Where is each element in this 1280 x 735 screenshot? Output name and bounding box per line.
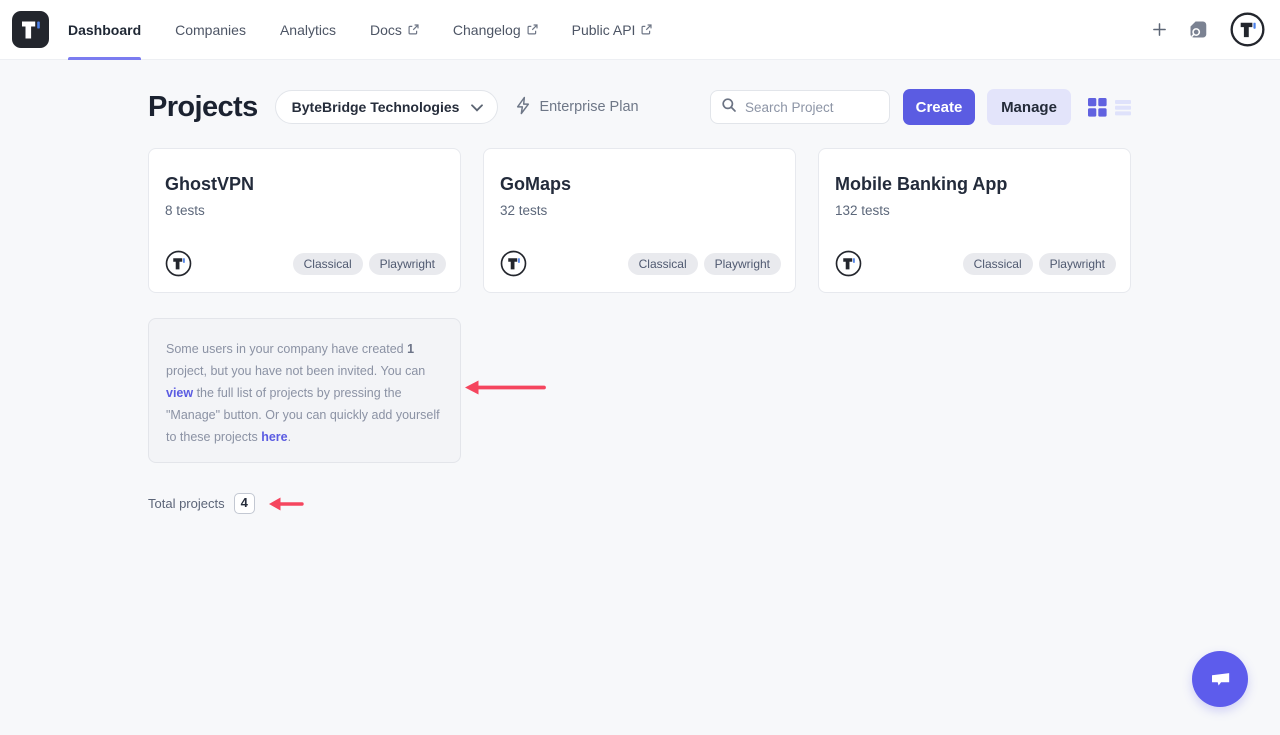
global-search-icon[interactable] xyxy=(1188,19,1209,40)
project-card-ghostvpn[interactable]: GhostVPN 8 tests Classical Playwright xyxy=(148,148,461,293)
project-name: Mobile Banking App xyxy=(835,174,1114,195)
project-framework-logo-icon xyxy=(500,250,527,277)
page-header: Projects ByteBridge Technologies Enterpr… xyxy=(148,89,1131,125)
bolt-icon xyxy=(515,96,531,119)
notice-text: . xyxy=(288,430,291,444)
project-card-mobile-banking-app[interactable]: Mobile Banking App 132 tests Classical P… xyxy=(818,148,1131,293)
nav-link-changelog[interactable]: Changelog xyxy=(453,0,538,60)
nav-tab-label: Analytics xyxy=(280,22,336,38)
notice-text: project, but you have not been invited. … xyxy=(166,364,425,378)
badge-playwright: Playwright xyxy=(369,253,446,275)
external-link-icon xyxy=(641,24,652,35)
project-name: GoMaps xyxy=(500,174,779,195)
main-content: Projects ByteBridge Technologies Enterpr… xyxy=(0,89,1280,514)
external-link-icon xyxy=(408,24,419,35)
project-tests-count: 32 tests xyxy=(500,203,779,218)
project-badges: Classical Playwright xyxy=(628,253,781,275)
project-card-footer: Classical Playwright xyxy=(835,250,1116,277)
badge-playwright: Playwright xyxy=(1039,253,1116,275)
project-name: GhostVPN xyxy=(165,174,444,195)
chevron-down-icon xyxy=(471,99,483,115)
nav-link-docs[interactable]: Docs xyxy=(370,0,419,60)
red-arrow-left-icon xyxy=(267,496,304,512)
create-button[interactable]: Create xyxy=(903,89,975,125)
plan-indicator: Enterprise Plan xyxy=(515,96,638,119)
nav-tab-label: Dashboard xyxy=(68,22,141,38)
total-projects-label: Total projects xyxy=(148,496,225,511)
chat-bubble-icon xyxy=(1207,666,1234,693)
project-search xyxy=(710,90,890,124)
project-card-footer: Classical Playwright xyxy=(500,250,781,277)
project-badges: Classical Playwright xyxy=(293,253,446,275)
project-badges: Classical Playwright xyxy=(963,253,1116,275)
project-framework-logo-icon xyxy=(165,250,192,277)
company-selector-value: ByteBridge Technologies xyxy=(292,99,460,115)
project-tests-count: 8 tests xyxy=(165,203,444,218)
chat-widget-button[interactable] xyxy=(1192,651,1248,707)
user-avatar[interactable] xyxy=(1230,12,1265,47)
nav-right-actions xyxy=(1152,12,1280,47)
header-actions: Create Manage xyxy=(710,89,1131,125)
nav-tab-companies[interactable]: Companies xyxy=(175,0,246,60)
badge-playwright: Playwright xyxy=(704,253,781,275)
view-toggles xyxy=(1088,98,1131,117)
notice-project-count: 1 xyxy=(407,342,414,356)
nav-link-label: Public API xyxy=(572,22,636,38)
nav-link-label: Changelog xyxy=(453,22,521,38)
add-plus-icon[interactable] xyxy=(1152,22,1167,37)
project-tests-count: 132 tests xyxy=(835,203,1114,218)
search-input[interactable] xyxy=(745,100,879,115)
badge-classical: Classical xyxy=(293,253,363,275)
external-link-icon xyxy=(527,24,538,35)
project-framework-logo-icon xyxy=(835,250,862,277)
page-title: Projects xyxy=(148,91,258,124)
nav-menu: Dashboard Companies Analytics Docs Chang… xyxy=(68,0,652,60)
nav-link-public-api[interactable]: Public API xyxy=(572,0,653,60)
red-arrow-left-icon xyxy=(463,379,547,403)
list-view-icon[interactable] xyxy=(1115,99,1131,116)
project-card-gomaps[interactable]: GoMaps 32 tests Classical Playwright xyxy=(483,148,796,293)
company-selector-dropdown[interactable]: ByteBridge Technologies xyxy=(275,90,499,124)
search-icon xyxy=(721,97,737,118)
nav-tab-label: Companies xyxy=(175,22,246,38)
notice-text: the full list of projects by pressing th… xyxy=(166,386,440,444)
plan-label: Enterprise Plan xyxy=(539,99,638,115)
here-link[interactable]: here xyxy=(261,430,287,444)
nav-tab-analytics[interactable]: Analytics xyxy=(280,0,336,60)
view-link[interactable]: view xyxy=(166,386,193,400)
projects-grid: GhostVPN 8 tests Classical Playwright Go… xyxy=(148,148,1131,463)
notice-text: Some users in your company have created xyxy=(166,342,407,356)
manage-button[interactable]: Manage xyxy=(987,89,1071,125)
badge-classical: Classical xyxy=(628,253,698,275)
grid-view-icon[interactable] xyxy=(1088,98,1107,117)
badge-classical: Classical xyxy=(963,253,1033,275)
nav-link-label: Docs xyxy=(370,22,402,38)
top-navigation: Dashboard Companies Analytics Docs Chang… xyxy=(0,0,1280,60)
uninvited-projects-notice: Some users in your company have created … xyxy=(148,318,461,463)
nav-tab-dashboard[interactable]: Dashboard xyxy=(68,0,141,60)
project-card-footer: Classical Playwright xyxy=(165,250,446,277)
total-projects-count-badge: 4 xyxy=(234,493,255,514)
totals-row: Total projects 4 xyxy=(148,493,1131,514)
app-logo-icon[interactable] xyxy=(12,11,49,48)
